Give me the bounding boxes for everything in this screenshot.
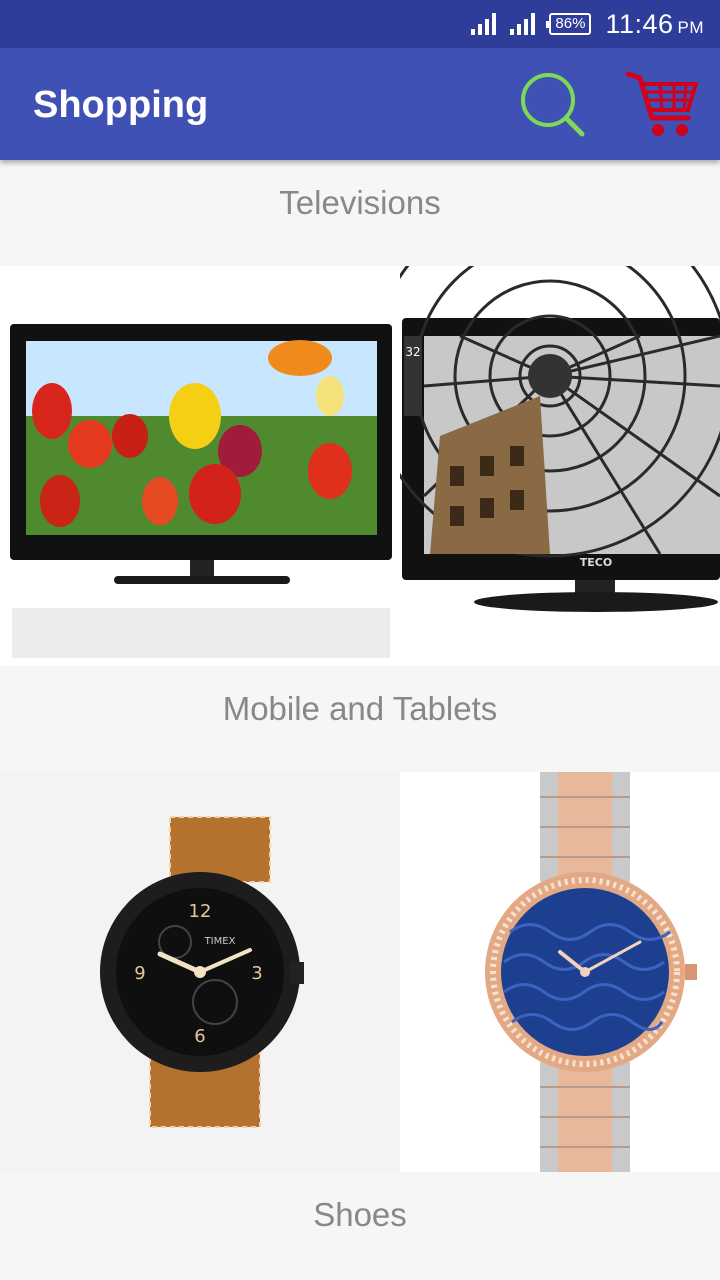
watch-rose-gold-tile[interactable]: [400, 772, 720, 1172]
cart-icon: [625, 71, 699, 136]
tv-tulips-tile[interactable]: [0, 266, 400, 666]
app-bar: Shopping: [0, 48, 720, 160]
clock: 11:46 PM: [605, 9, 704, 40]
tv-size-badge: 32: [405, 345, 420, 359]
signal-icon: [510, 13, 536, 35]
watch-leather-tile[interactable]: 12 3 6 9 TIMEX: [0, 772, 400, 1172]
watch-brand-label: TIMEX: [204, 936, 236, 947]
tv-teco-image: 32 TECO: [400, 266, 720, 612]
section-title-shoes: Shoes: [0, 1172, 720, 1278]
svg-text:9: 9: [134, 963, 145, 984]
app-title: Shopping: [33, 84, 209, 126]
watch-rose-gold-image: [485, 772, 697, 1172]
svg-text:12: 12: [189, 901, 212, 922]
tv-teco-tile[interactable]: 32 TECO: [400, 266, 720, 666]
search-button[interactable]: [512, 66, 592, 146]
svg-text:3: 3: [251, 963, 262, 984]
battery-indicator: 86%: [546, 13, 592, 35]
tv-tulips-image: [10, 324, 392, 658]
signal-icon: [471, 13, 497, 35]
cart-button[interactable]: [624, 66, 704, 146]
clock-ampm: PM: [677, 17, 704, 37]
watch-leather-image: 12 3 6 9 TIMEX: [100, 816, 304, 1128]
status-bar: 86% 11:46 PM: [0, 0, 720, 48]
clock-time: 11:46: [605, 8, 674, 39]
tv-brand-label: TECO: [580, 556, 612, 569]
svg-text:6: 6: [194, 1026, 205, 1047]
search-icon: [521, 73, 585, 137]
section-title-televisions: Televisions: [0, 160, 720, 266]
section-title-mobile-and-tablets: Mobile and Tablets: [0, 666, 720, 772]
